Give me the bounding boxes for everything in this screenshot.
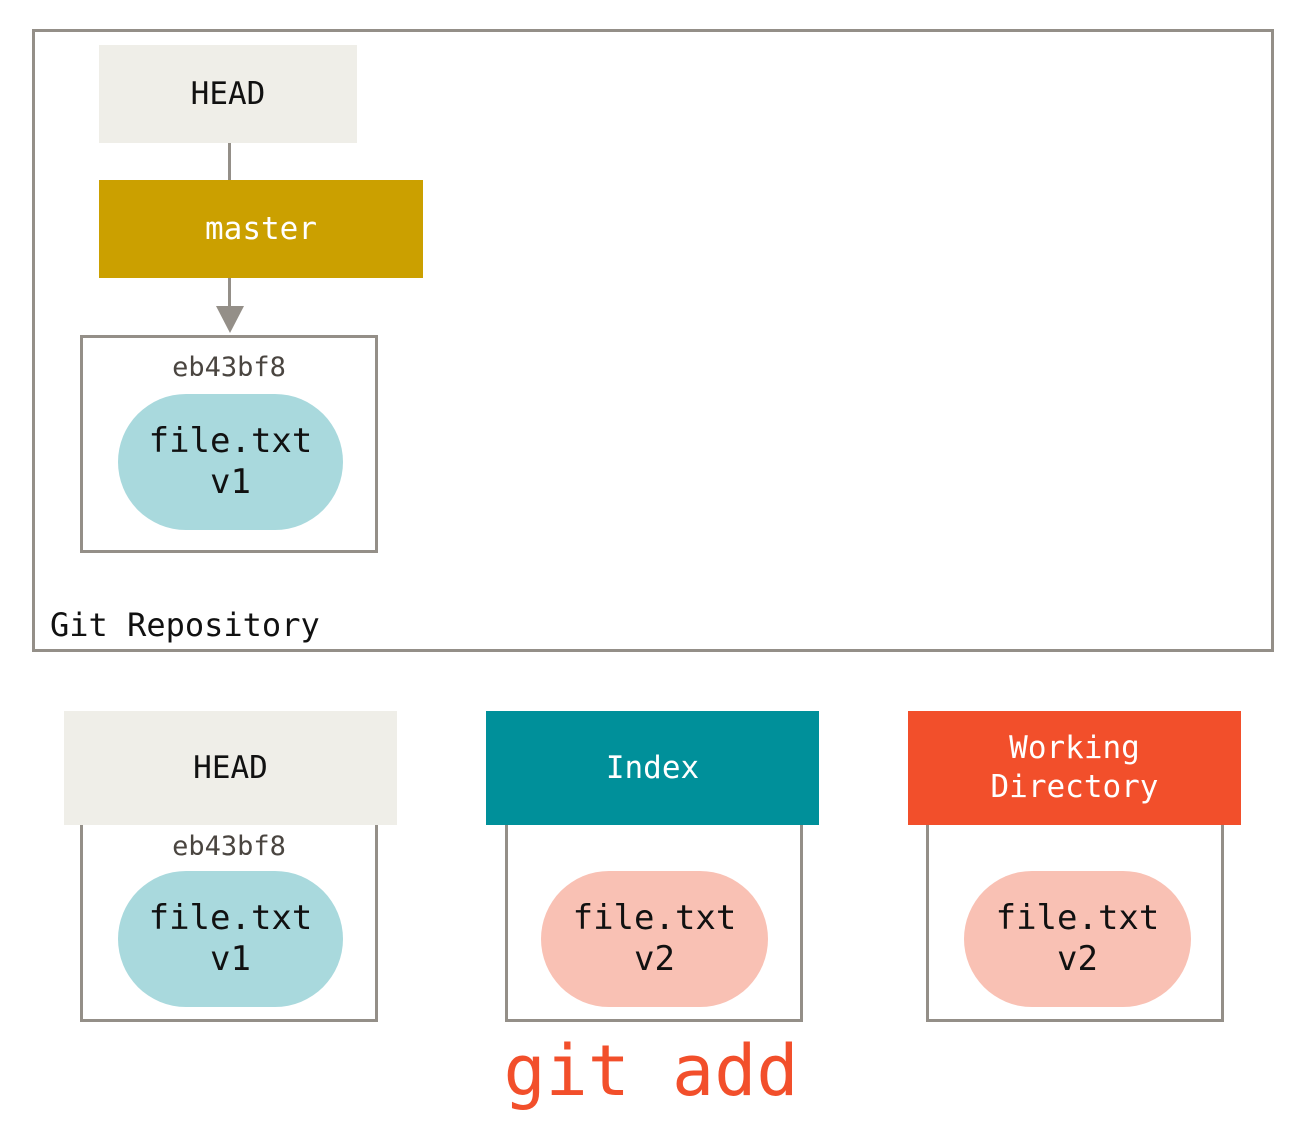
repo-head-pointer: HEAD bbox=[99, 45, 357, 143]
file-name: file.txt bbox=[572, 898, 737, 939]
working-directory-title-line2: Directory bbox=[990, 769, 1159, 805]
working-directory-title-line1: Working bbox=[1009, 730, 1140, 767]
file-name: file.txt bbox=[995, 898, 1160, 939]
command-caption: git add bbox=[503, 1030, 799, 1112]
head-tree-sha: eb43bf8 bbox=[172, 831, 286, 862]
master-to-commit-connector bbox=[228, 278, 231, 308]
head-tree-title: HEAD bbox=[193, 749, 268, 786]
head-tree-header: HEAD bbox=[64, 711, 397, 825]
repo-head-label: HEAD bbox=[190, 75, 266, 112]
commit-sha: eb43bf8 bbox=[172, 352, 286, 383]
index-tree-title: Index bbox=[605, 749, 700, 786]
index-tree-header: Index bbox=[486, 711, 819, 825]
head-to-master-connector bbox=[228, 143, 231, 180]
file-version: v1 bbox=[210, 462, 251, 502]
master-branch-label: master bbox=[205, 210, 317, 247]
file-name: file.txt bbox=[148, 898, 313, 939]
index-file-blob: file.txt v2 bbox=[541, 871, 768, 1007]
file-version: v2 bbox=[634, 939, 675, 979]
file-version: v1 bbox=[210, 939, 251, 979]
head-tree-box: eb43bf8 file.txt v1 bbox=[80, 800, 378, 1022]
head-tree-file-blob: file.txt v1 bbox=[118, 871, 343, 1007]
git-repository-label: Git Repository bbox=[50, 606, 320, 644]
index-tree-box: file.txt v2 bbox=[505, 800, 803, 1022]
working-directory-file-blob: file.txt v2 bbox=[964, 871, 1191, 1007]
file-name: file.txt bbox=[148, 421, 313, 462]
file-version: v2 bbox=[1057, 939, 1098, 979]
working-directory-tree-box: file.txt v2 bbox=[926, 800, 1224, 1022]
repo-commit-box: eb43bf8 file.txt v1 bbox=[80, 335, 378, 553]
working-directory-tree-header: Working Directory bbox=[908, 711, 1241, 825]
master-branch: master bbox=[99, 180, 423, 278]
file-blob: file.txt v1 bbox=[118, 394, 343, 530]
arrow-down-icon bbox=[216, 306, 244, 333]
